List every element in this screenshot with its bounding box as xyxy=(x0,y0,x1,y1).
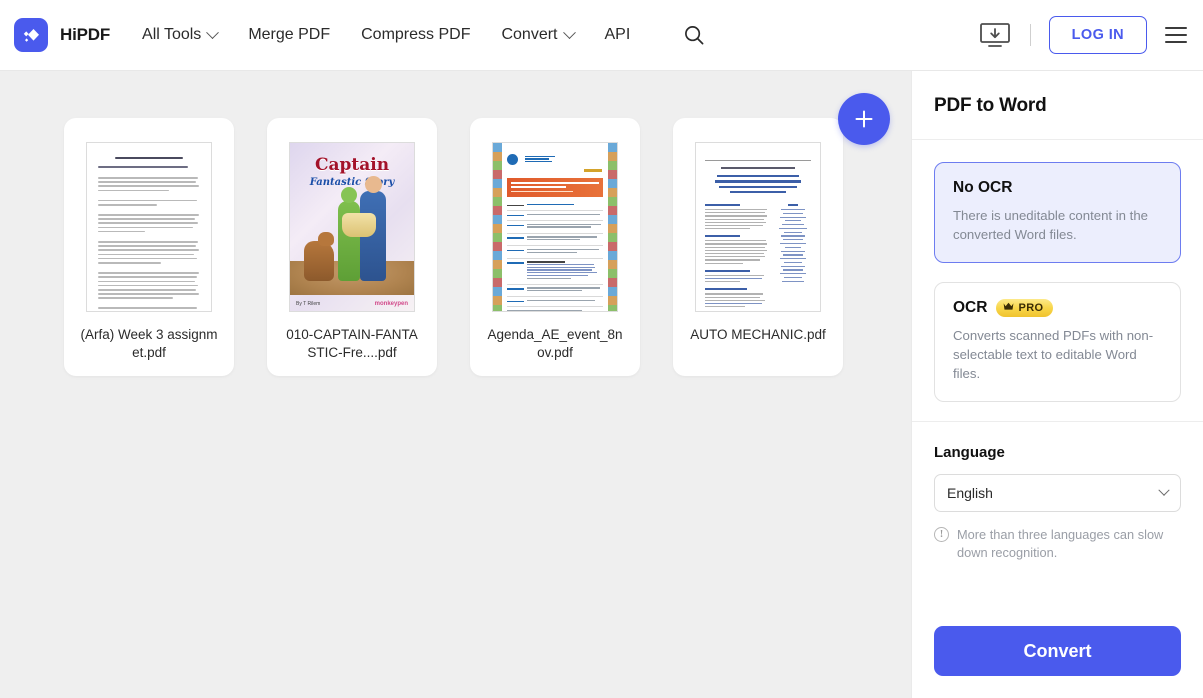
file-thumbnail: Captain Fantastic Story By T Rilem monke… xyxy=(289,142,415,312)
nav-item-api[interactable]: API xyxy=(605,26,631,44)
file-thumbnail xyxy=(695,142,821,312)
file-name: (Arfa) Week 3 assignmet.pdf xyxy=(80,327,218,360)
chevron-down-icon xyxy=(1158,484,1170,496)
comic-subtitle: Fantastic Story xyxy=(309,177,395,188)
option-description: Converts scanned PDFs with non-selectabl… xyxy=(953,328,1154,381)
app-header: HiPDF All Tools Merge PDF Compress PDF C… xyxy=(0,0,1203,71)
language-section: Language English ! More than three langu… xyxy=(912,422,1203,562)
file-grid: (Arfa) Week 3 assignmet.pdf Captain Fant… xyxy=(64,118,911,376)
nav-item-merge-pdf-label: Merge PDF xyxy=(248,26,331,43)
nav-item-api-label: API xyxy=(604,26,631,43)
nav-item-all-tools-label: All Tools xyxy=(142,26,202,43)
add-file-button[interactable] xyxy=(838,93,890,145)
language-hint: ! More than three languages can slow dow… xyxy=(934,526,1181,562)
search-icon[interactable] xyxy=(683,24,705,46)
pro-badge: PRO xyxy=(996,299,1053,317)
chevron-down-icon xyxy=(562,25,576,39)
crown-icon xyxy=(1003,302,1014,314)
option-card-ocr[interactable]: OCR PRO Converts scanned PDFs with non-s… xyxy=(934,282,1181,402)
hipdf-diamond-logo-icon[interactable] xyxy=(14,18,48,52)
language-select[interactable]: English xyxy=(934,474,1181,512)
file-name: Agenda_AE_event_8nov.pdf xyxy=(487,327,623,360)
convert-button[interactable]: Convert xyxy=(934,626,1181,676)
thumbnail-agenda-document xyxy=(493,143,617,311)
thumbnail-two-column-document xyxy=(696,143,820,311)
nav-item-all-tools[interactable]: All Tools xyxy=(142,25,220,44)
file-card[interactable]: (Arfa) Week 3 assignmet.pdf xyxy=(64,118,234,376)
option-header: No OCR xyxy=(953,179,1162,197)
main-nav: All Tools Merge PDF Compress PDF Convert… xyxy=(142,24,705,46)
ocr-options-section: No OCR There is uneditable content in th… xyxy=(912,140,1203,402)
thumbnail-comic-cover: Captain Fantastic Story By T Rilem monke… xyxy=(290,143,414,311)
brand-name: HiPDF xyxy=(60,25,111,44)
info-exclamation-icon: ! xyxy=(934,527,949,542)
sidebar-footer: Convert xyxy=(912,626,1203,698)
app-body: (Arfa) Week 3 assignmet.pdf Captain Fant… xyxy=(0,71,1203,698)
nav-item-compress-pdf-label: Compress PDF xyxy=(361,26,471,43)
file-thumbnail xyxy=(86,142,212,312)
comic-publisher: monkeypen xyxy=(374,301,408,307)
comic-credit: By T Rilem xyxy=(296,301,321,307)
chevron-down-icon xyxy=(206,25,220,39)
language-hint-text: More than three languages can slow down … xyxy=(957,527,1164,560)
monitor-download-icon[interactable] xyxy=(978,21,1012,49)
conversion-sidebar: PDF to Word No OCR There is uneditable c… xyxy=(911,71,1203,698)
sidebar-content: No OCR There is uneditable content in th… xyxy=(912,140,1203,626)
thumbnail-text-document xyxy=(87,143,211,311)
file-workspace: (Arfa) Week 3 assignmet.pdf Captain Fant… xyxy=(0,71,911,698)
option-title: OCR xyxy=(953,299,988,316)
comic-title: Captain xyxy=(314,155,390,175)
pro-badge-label: PRO xyxy=(1018,302,1044,314)
language-select-value: English xyxy=(947,485,993,501)
file-card[interactable]: AUTO MECHANIC.pdf xyxy=(673,118,843,376)
file-thumbnail xyxy=(492,142,618,312)
file-card[interactable]: Captain Fantastic Story By T Rilem monke… xyxy=(267,118,437,376)
nav-item-convert[interactable]: Convert xyxy=(501,25,576,44)
file-card[interactable]: Agenda_AE_event_8nov.pdf xyxy=(470,118,640,376)
hipdf-app-window: HiPDF All Tools Merge PDF Compress PDF C… xyxy=(0,0,1203,698)
option-card-no-ocr[interactable]: No OCR There is uneditable content in th… xyxy=(934,162,1181,263)
hamburger-menu-icon[interactable] xyxy=(1165,27,1187,43)
header-divider xyxy=(1029,24,1031,46)
file-name: 010-CAPTAIN-FANTASTIC-Fre....pdf xyxy=(286,327,418,360)
login-button[interactable]: LOG IN xyxy=(1048,16,1147,54)
option-header: OCR PRO xyxy=(953,299,1162,317)
option-description: There is uneditable content in the conve… xyxy=(953,208,1149,242)
nav-item-merge-pdf[interactable]: Merge PDF xyxy=(248,26,330,44)
language-label: Language xyxy=(934,444,1005,461)
header-actions: LOG IN xyxy=(978,16,1187,54)
file-name: AUTO MECHANIC.pdf xyxy=(690,327,826,342)
nav-item-convert-label: Convert xyxy=(501,26,558,43)
sidebar-title: PDF to Word xyxy=(934,95,1047,116)
option-title: No OCR xyxy=(953,179,1013,196)
nav-item-compress-pdf[interactable]: Compress PDF xyxy=(361,26,470,44)
